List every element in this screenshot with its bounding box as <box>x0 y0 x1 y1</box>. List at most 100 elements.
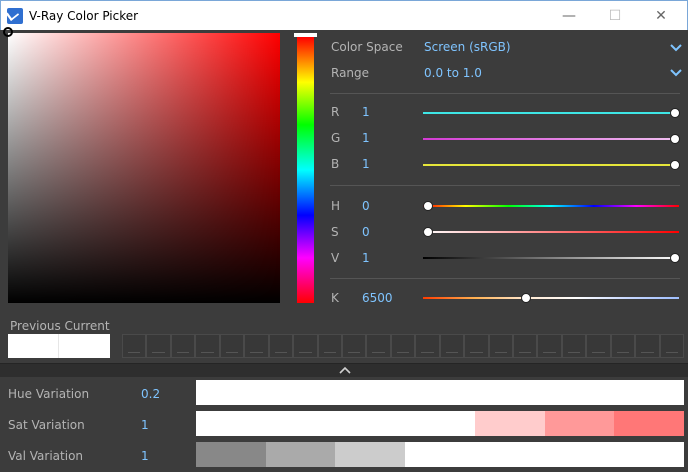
saturation-value-picker[interactable] <box>8 33 280 303</box>
val-variation-label: Val Variation <box>8 449 84 463</box>
hue-variation-label: Hue Variation <box>8 387 90 401</box>
custom-swatch-slot[interactable] <box>390 334 416 358</box>
v-label: V <box>331 251 340 265</box>
close-button[interactable]: ✕ <box>638 1 684 31</box>
custom-swatch-slot[interactable] <box>170 334 196 358</box>
custom-swatch-slot[interactable] <box>439 334 465 358</box>
g-value[interactable]: 1 <box>362 131 370 145</box>
previous-label: Previous <box>10 319 61 333</box>
variation-swatch[interactable] <box>405 411 475 436</box>
hue-variation-value[interactable]: 0.2 <box>141 387 160 401</box>
h-value[interactable]: 0 <box>362 199 370 213</box>
custom-swatch-slot[interactable] <box>537 334 562 358</box>
variation-swatch[interactable] <box>544 380 615 405</box>
variation-swatch[interactable] <box>405 442 475 467</box>
custom-swatch-slot[interactable] <box>195 334 220 358</box>
custom-swatch-slot[interactable] <box>341 334 367 358</box>
variation-swatch[interactable] <box>196 411 266 436</box>
custom-swatch-slot[interactable] <box>464 334 489 358</box>
custom-swatch-slot[interactable] <box>513 334 538 358</box>
hue-variation-swatches[interactable] <box>196 380 685 405</box>
b-slider[interactable] <box>423 164 679 166</box>
custom-swatch-slot[interactable] <box>488 334 513 358</box>
divider <box>330 278 680 279</box>
maximize-button[interactable]: ☐ <box>592 1 638 31</box>
variation-swatch[interactable] <box>474 442 545 467</box>
variation-swatch[interactable] <box>335 442 406 467</box>
custom-swatch-slot[interactable] <box>122 334 147 358</box>
color-space-chevron-down-icon[interactable] <box>670 42 682 54</box>
h-slider[interactable] <box>423 205 679 207</box>
variation-swatch[interactable] <box>265 442 336 467</box>
variation-swatch[interactable] <box>335 411 406 436</box>
variation-swatch[interactable] <box>265 411 336 436</box>
custom-swatch-slot[interactable] <box>244 334 269 358</box>
r-slider[interactable] <box>423 112 679 114</box>
g-slider[interactable] <box>423 138 679 140</box>
variation-swatch[interactable] <box>544 411 615 436</box>
v-value[interactable]: 1 <box>362 251 370 265</box>
variation-swatch[interactable] <box>544 442 615 467</box>
b-slider-knob[interactable] <box>670 160 680 170</box>
sat-variation-value[interactable]: 1 <box>141 418 149 432</box>
custom-swatch-slot[interactable] <box>317 334 342 358</box>
g-label: G <box>331 131 341 145</box>
k-value[interactable]: 6500 <box>362 291 393 305</box>
v-slider-knob[interactable] <box>670 253 680 263</box>
previous-color-swatch[interactable] <box>8 334 59 358</box>
custom-swatch-slot[interactable] <box>586 334 611 358</box>
kelvin-slider-knob[interactable] <box>521 293 531 303</box>
variation-swatch[interactable] <box>474 411 545 436</box>
variation-swatch[interactable] <box>335 380 406 405</box>
b-value[interactable]: 1 <box>362 157 370 171</box>
variation-swatch[interactable] <box>614 442 685 467</box>
b-label: B <box>331 157 340 171</box>
custom-swatch-slot[interactable] <box>610 334 636 358</box>
hue-strip[interactable] <box>297 37 314 303</box>
minimize-button[interactable]: — <box>546 1 592 31</box>
custom-swatch-slot[interactable] <box>635 334 660 358</box>
sat-variation-label: Sat Variation <box>8 418 85 432</box>
s-slider[interactable] <box>423 231 679 233</box>
sat-variation-swatches[interactable] <box>196 411 685 436</box>
val-variation-swatches[interactable] <box>196 442 685 467</box>
v-slider[interactable] <box>423 257 679 259</box>
variation-swatch[interactable] <box>196 380 266 405</box>
range-chevron-down-icon[interactable] <box>670 67 682 79</box>
variation-swatch[interactable] <box>405 380 475 405</box>
previous-current-label: Previous Current <box>10 319 110 333</box>
custom-swatch-slot[interactable] <box>219 334 245 358</box>
s-label: S <box>331 225 339 239</box>
variation-swatch[interactable] <box>265 380 336 405</box>
window-title: V-Ray Color Picker <box>29 9 139 23</box>
k-label: K <box>331 291 339 305</box>
variation-swatch[interactable] <box>474 380 545 405</box>
current-label: Current <box>64 319 110 333</box>
chevron-up-icon[interactable] <box>338 365 352 375</box>
custom-swatch-slot[interactable] <box>293 334 318 358</box>
sv-picker-handle[interactable] <box>3 27 13 37</box>
variation-swatch[interactable] <box>196 442 266 467</box>
current-color-swatch[interactable] <box>59 334 110 358</box>
custom-swatch-slot[interactable] <box>366 334 391 358</box>
s-slider-knob[interactable] <box>423 227 433 237</box>
kelvin-slider[interactable] <box>423 297 679 299</box>
color-space-dropdown[interactable]: Screen (sRGB) <box>424 40 511 54</box>
custom-swatch-slot[interactable] <box>561 334 587 358</box>
hue-marker[interactable] <box>294 33 317 37</box>
range-label: Range <box>331 66 370 80</box>
custom-swatch-slot[interactable] <box>659 334 685 358</box>
custom-swatch-slot[interactable] <box>415 334 440 358</box>
s-value[interactable]: 0 <box>362 225 370 239</box>
range-dropdown[interactable]: 0.0 to 1.0 <box>424 66 482 80</box>
h-label: H <box>331 199 341 213</box>
g-slider-knob[interactable] <box>670 134 680 144</box>
r-value[interactable]: 1 <box>362 105 370 119</box>
variation-swatch[interactable] <box>614 380 685 405</box>
val-variation-value[interactable]: 1 <box>141 449 149 463</box>
variation-swatch[interactable] <box>614 411 685 436</box>
custom-swatch-slot[interactable] <box>146 334 171 358</box>
r-slider-knob[interactable] <box>670 108 680 118</box>
custom-swatch-slot[interactable] <box>268 334 294 358</box>
h-slider-knob[interactable] <box>423 201 433 211</box>
